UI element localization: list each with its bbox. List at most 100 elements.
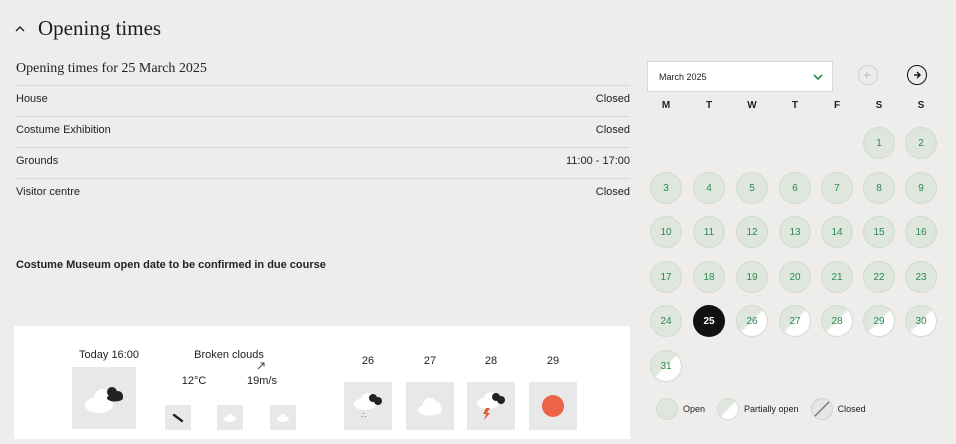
weekday-label: T (791, 100, 799, 111)
calendar-day[interactable]: 23 (905, 261, 937, 293)
thunderstorm-icon (477, 392, 505, 420)
partially-open-swatch (717, 398, 740, 420)
weekday-label: W (747, 100, 757, 111)
section-title: Opening times (38, 16, 162, 40)
cloud-icon (224, 414, 236, 422)
calendar-day-selected[interactable]: 25 (693, 305, 725, 337)
calendar-day[interactable]: 17 (650, 261, 682, 293)
opening-times-list: House Closed Costume Exhibition Closed G… (16, 85, 630, 209)
forecast-day-label: 26 (361, 355, 375, 367)
calendar-day[interactable]: 29 (863, 305, 895, 337)
calendar-day[interactable]: 14 (821, 216, 853, 248)
forecast-weather-tile (406, 382, 454, 430)
calendar-day[interactable]: 4 (693, 172, 725, 204)
wind-direction-icon (257, 362, 265, 370)
rain-icon (172, 413, 184, 422)
today-weather-tile (72, 367, 136, 429)
legend-closed-label: Closed (837, 404, 866, 414)
chevron-up-icon[interactable] (14, 23, 26, 35)
arrow-left-icon (864, 71, 871, 79)
row-status: 11:00 - 17:00 (565, 155, 630, 167)
legend-open-label: Open (683, 404, 706, 414)
forecast-weather-tile: ∴ (344, 382, 392, 430)
forecast-day-label: 29 (546, 355, 560, 367)
broken-clouds-icon (85, 387, 123, 413)
calendar-day[interactable]: 11 (693, 216, 725, 248)
hourly-weather-tile (165, 405, 191, 430)
calendar-day[interactable]: 26 (736, 305, 768, 337)
calendar-day[interactable]: 19 (736, 261, 768, 293)
opening-row: Grounds 11:00 - 17:00 (16, 147, 630, 178)
legend-partial-label: Partially open (744, 404, 799, 414)
calendar-day[interactable]: 20 (779, 261, 811, 293)
weather-wind: 19m/s (247, 375, 277, 387)
calendar-day[interactable]: 7 (821, 172, 853, 204)
weather-temperature: 12°C (181, 375, 207, 387)
weekday-label: S (917, 100, 925, 111)
sun-icon (542, 395, 564, 417)
opening-times-subtitle: Opening times for 25 March 2025 (16, 61, 207, 76)
calendar-day[interactable]: 2 (905, 127, 937, 159)
forecast-weather-tile (467, 382, 515, 430)
next-month-button[interactable] (907, 65, 927, 85)
legend-closed: Closed (810, 398, 866, 420)
calendar-day[interactable]: 21 (821, 261, 853, 293)
forecast-day-label: 27 (423, 355, 437, 367)
calendar-day[interactable]: 3 (650, 172, 682, 204)
row-status: Closed (595, 93, 630, 105)
calendar-day[interactable]: 9 (905, 172, 937, 204)
calendar-day[interactable]: 8 (863, 172, 895, 204)
calendar-day[interactable]: 24 (650, 305, 682, 337)
row-name: Grounds (16, 155, 59, 167)
calendar-day[interactable]: 15 (863, 216, 895, 248)
arrow-right-icon (914, 71, 921, 79)
weekday-label: M (661, 100, 671, 111)
legend-open: Open (656, 398, 705, 420)
calendar-day[interactable]: 1 (863, 127, 895, 159)
hourly-weather-tile (217, 405, 243, 430)
opening-row: House Closed (16, 85, 630, 116)
calendar-day[interactable]: 22 (863, 261, 895, 293)
month-select-value: March 2025 (659, 71, 707, 82)
weather-today-label: Today 16:00 (79, 349, 139, 361)
row-status: Closed (595, 124, 630, 136)
weekday-label: S (875, 100, 883, 111)
row-name: Costume Exhibition (16, 124, 111, 136)
chevron-down-icon (813, 74, 823, 81)
calendar-day[interactable]: 5 (736, 172, 768, 204)
calendar-day[interactable]: 10 (650, 216, 682, 248)
open-swatch (656, 398, 678, 420)
legend-partial: Partially open (717, 398, 799, 420)
month-select[interactable]: March 2025 (647, 61, 833, 92)
cloud-icon (418, 398, 442, 416)
closed-swatch (810, 398, 833, 420)
calendar-day[interactable]: 13 (779, 216, 811, 248)
calendar-day[interactable]: 12 (736, 216, 768, 248)
hourly-weather-tile (270, 405, 296, 430)
opening-row: Visitor centre Closed (16, 178, 630, 209)
calendar-day[interactable]: 30 (905, 305, 937, 337)
cloud-icon (277, 414, 289, 422)
row-name: House (16, 93, 48, 105)
forecast-day-label: 28 (484, 355, 498, 367)
calendar-day[interactable]: 18 (693, 261, 725, 293)
costume-museum-note: Costume Museum open date to be confirmed… (16, 259, 326, 271)
weather-panel: Today 16:00 Broken clouds 12°C 19m/s 26 … (14, 326, 630, 439)
previous-month-button[interactable] (858, 65, 878, 85)
weekday-label: T (705, 100, 713, 111)
weather-condition: Broken clouds (194, 349, 264, 361)
calendar-day[interactable]: 28 (821, 305, 853, 337)
row-status: Closed (595, 186, 630, 198)
sleet-icon: ∴ (354, 393, 382, 420)
calendar-legend: Open Partially open Closed (656, 398, 878, 420)
opening-row: Costume Exhibition Closed (16, 116, 630, 147)
forecast-weather-tile (529, 382, 577, 430)
weekday-label: F (833, 100, 841, 111)
calendar-day[interactable]: 16 (905, 216, 937, 248)
svg-text:∴: ∴ (361, 411, 366, 420)
calendar-day[interactable]: 27 (779, 305, 811, 337)
opening-times-header[interactable]: Opening times (14, 16, 161, 41)
calendar-day[interactable]: 6 (779, 172, 811, 204)
calendar-day[interactable]: 31 (650, 350, 682, 382)
row-name: Visitor centre (16, 186, 80, 198)
